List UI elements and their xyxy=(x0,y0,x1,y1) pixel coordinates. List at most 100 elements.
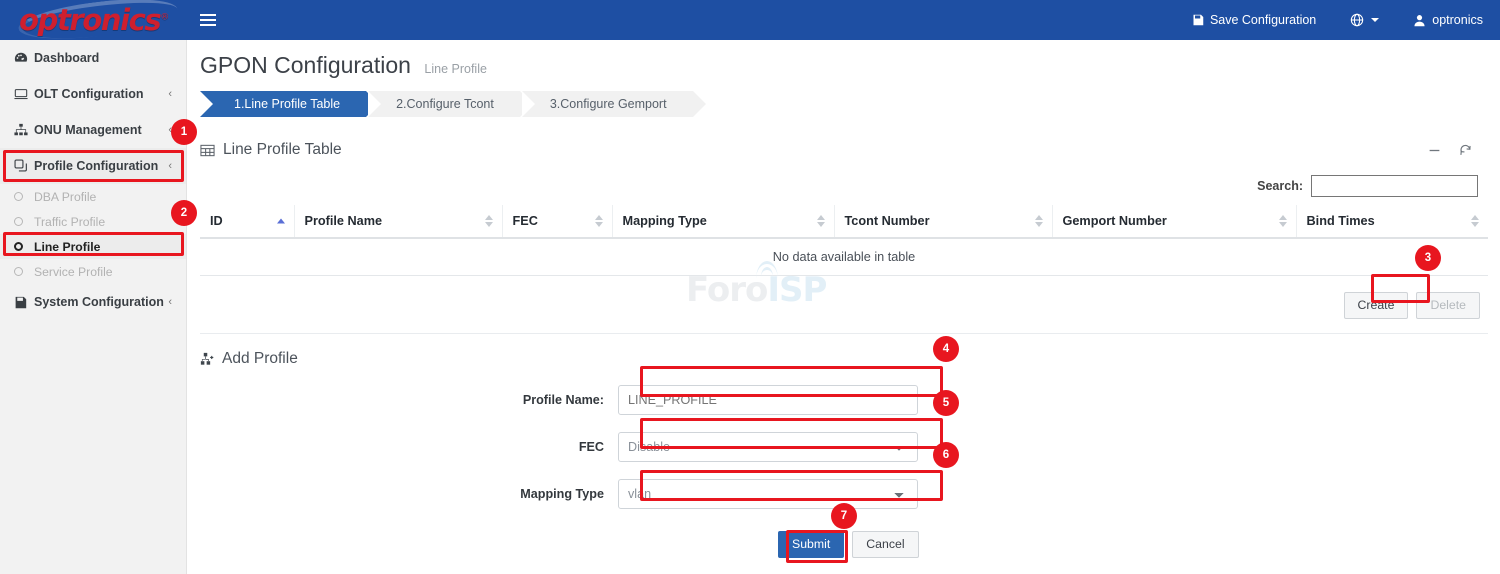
add-profile-icon xyxy=(200,352,214,366)
column-header-mapping-type[interactable]: Mapping Type xyxy=(612,205,834,238)
table-empty-message: No data available in table xyxy=(200,238,1488,276)
language-selector[interactable] xyxy=(1333,0,1396,40)
sidebar-sublabel-traffic-profile: Traffic Profile xyxy=(34,215,105,229)
submit-button[interactable]: Submit xyxy=(778,531,844,558)
annotation-badge-1: 1 xyxy=(171,119,197,145)
annotation-badge-4: 4 xyxy=(933,336,959,362)
sidebar: Dashboard OLT Configuration ‹ ONU Manage… xyxy=(0,40,187,574)
circle-bullet-icon xyxy=(14,242,34,251)
delete-button[interactable]: Delete xyxy=(1416,292,1480,319)
annotation-badge-3: 3 xyxy=(1415,245,1441,271)
profile-name-input[interactable] xyxy=(618,385,918,415)
main-content: GPON Configuration Line Profile 1.Line P… xyxy=(188,40,1500,574)
brand-registered-mark: ® xyxy=(160,12,168,22)
form-actions: Submit Cancel xyxy=(778,531,1500,558)
column-header-gemport-number[interactable]: Gemport Number xyxy=(1052,205,1296,238)
table-icon xyxy=(200,143,215,158)
sidebar-item-olt-configuration[interactable]: OLT Configuration ‹ xyxy=(0,76,186,112)
column-label-bind-times: Bind Times xyxy=(1307,214,1375,228)
column-label-mapping-type: Mapping Type xyxy=(623,214,707,228)
clone-icon xyxy=(14,159,34,173)
fec-label: FEC xyxy=(188,440,618,454)
sort-icon xyxy=(817,215,825,227)
search-input[interactable] xyxy=(1311,175,1478,197)
sidebar-item-dashboard[interactable]: Dashboard xyxy=(0,40,186,76)
sidebar-subitem-service-profile[interactable]: Service Profile xyxy=(0,259,186,284)
column-label-gemport-number: Gemport Number xyxy=(1063,214,1167,228)
create-button[interactable]: Create xyxy=(1344,292,1409,319)
circle-bullet-icon xyxy=(14,217,34,226)
annotation-badge-6: 6 xyxy=(933,442,959,468)
table-panel-header: Line Profile Table xyxy=(200,135,1488,165)
annotation-badge-7: 7 xyxy=(831,503,857,529)
sort-icon xyxy=(1471,215,1479,227)
column-label-id: ID xyxy=(210,214,223,228)
sidebar-subitem-traffic-profile[interactable]: Traffic Profile xyxy=(0,209,186,234)
hamburger-icon xyxy=(200,19,216,21)
fec-select[interactable]: Disable xyxy=(618,432,918,462)
circle-bullet-icon xyxy=(14,267,34,276)
sidebar-label-system-configuration: System Configuration xyxy=(34,295,168,309)
sort-icon xyxy=(1279,215,1287,227)
cancel-button[interactable]: Cancel xyxy=(852,531,918,558)
sidebar-item-system-configuration[interactable]: System Configuration ‹ xyxy=(0,284,186,320)
user-icon xyxy=(1413,14,1426,27)
step-configure-gemport[interactable]: 3.Configure Gemport xyxy=(522,91,693,117)
sidebar-sublabel-dba-profile: DBA Profile xyxy=(34,190,96,204)
step-line-profile-table[interactable]: 1.Line Profile Table xyxy=(200,91,366,117)
table-empty-row: No data available in table xyxy=(200,238,1488,276)
navbar-right-group: Save Configuration optronics xyxy=(1175,0,1500,40)
table-actions: Create Delete xyxy=(200,292,1488,319)
sidebar-item-onu-management[interactable]: ONU Management ‹ xyxy=(0,112,186,148)
sidebar-label-olt-configuration: OLT Configuration xyxy=(34,87,168,101)
minus-icon[interactable] xyxy=(1428,144,1441,157)
step-label-2: 2.Configure Tcont xyxy=(396,97,494,111)
dashboard-icon xyxy=(14,51,34,65)
sidebar-sublabel-line-profile: Line Profile xyxy=(34,240,100,254)
sidebar-subitem-dba-profile[interactable]: DBA Profile xyxy=(0,184,186,209)
profile-name-row: Profile Name: xyxy=(188,385,1500,415)
column-header-profile-name[interactable]: Profile Name xyxy=(294,205,502,238)
column-header-fec[interactable]: FEC xyxy=(502,205,612,238)
sitemap-icon xyxy=(14,123,34,137)
step-label-3: 3.Configure Gemport xyxy=(550,97,667,111)
sidebar-chevron-olt-configuration: ‹ xyxy=(168,88,172,100)
circle-bullet-icon xyxy=(14,192,34,201)
step-configure-tcont[interactable]: 2.Configure Tcont xyxy=(368,91,520,117)
mapping-type-label: Mapping Type xyxy=(188,487,618,501)
table-panel-title: Line Profile Table xyxy=(223,141,342,159)
profile-name-label: Profile Name: xyxy=(188,393,618,407)
sidebar-item-profile-configuration[interactable]: Profile Configuration ‹ xyxy=(0,148,186,184)
column-label-profile-name: Profile Name xyxy=(305,214,383,228)
add-profile-header: Add Profile xyxy=(200,350,1500,368)
refresh-icon[interactable] xyxy=(1459,144,1472,157)
sidebar-chevron-profile-configuration: ‹ xyxy=(168,160,172,172)
sort-icon xyxy=(485,215,493,227)
table-search-row: Search: xyxy=(200,175,1488,197)
column-label-tcont-number: Tcont Number xyxy=(845,214,930,228)
sidebar-subitem-line-profile[interactable]: Line Profile xyxy=(0,234,186,259)
step-label-1: 1.Line Profile Table xyxy=(234,97,340,111)
user-menu[interactable]: optronics xyxy=(1396,0,1500,40)
sort-icon xyxy=(1035,215,1043,227)
app-root: optronics® Save Configuration xyxy=(0,0,1500,574)
menu-toggle-button[interactable] xyxy=(187,0,229,40)
save-configuration-label: Save Configuration xyxy=(1210,13,1316,27)
page-subtitle: Line Profile xyxy=(424,62,487,76)
search-label: Search: xyxy=(1257,179,1303,193)
section-divider xyxy=(200,333,1488,334)
mapping-type-control: vlan xyxy=(618,479,918,509)
add-profile-title: Add Profile xyxy=(222,350,298,368)
column-header-tcont-number[interactable]: Tcont Number xyxy=(834,205,1052,238)
sidebar-chevron-system-configuration: ‹ xyxy=(168,296,172,308)
sidebar-sublabel-service-profile: Service Profile xyxy=(34,265,113,279)
brand-logo[interactable]: optronics® xyxy=(0,0,187,40)
column-header-id[interactable]: ID xyxy=(200,205,294,238)
save-configuration-button[interactable]: Save Configuration xyxy=(1175,0,1333,40)
chevron-down-icon xyxy=(1371,18,1379,22)
column-header-bind-times[interactable]: Bind Times xyxy=(1296,205,1488,238)
mapping-type-select[interactable]: vlan xyxy=(618,479,918,509)
sidebar-label-onu-management: ONU Management xyxy=(34,123,168,137)
sidebar-label-profile-configuration: Profile Configuration xyxy=(34,159,168,173)
line-profile-table: ID Profile Name FEC Mapping Type xyxy=(200,205,1488,276)
